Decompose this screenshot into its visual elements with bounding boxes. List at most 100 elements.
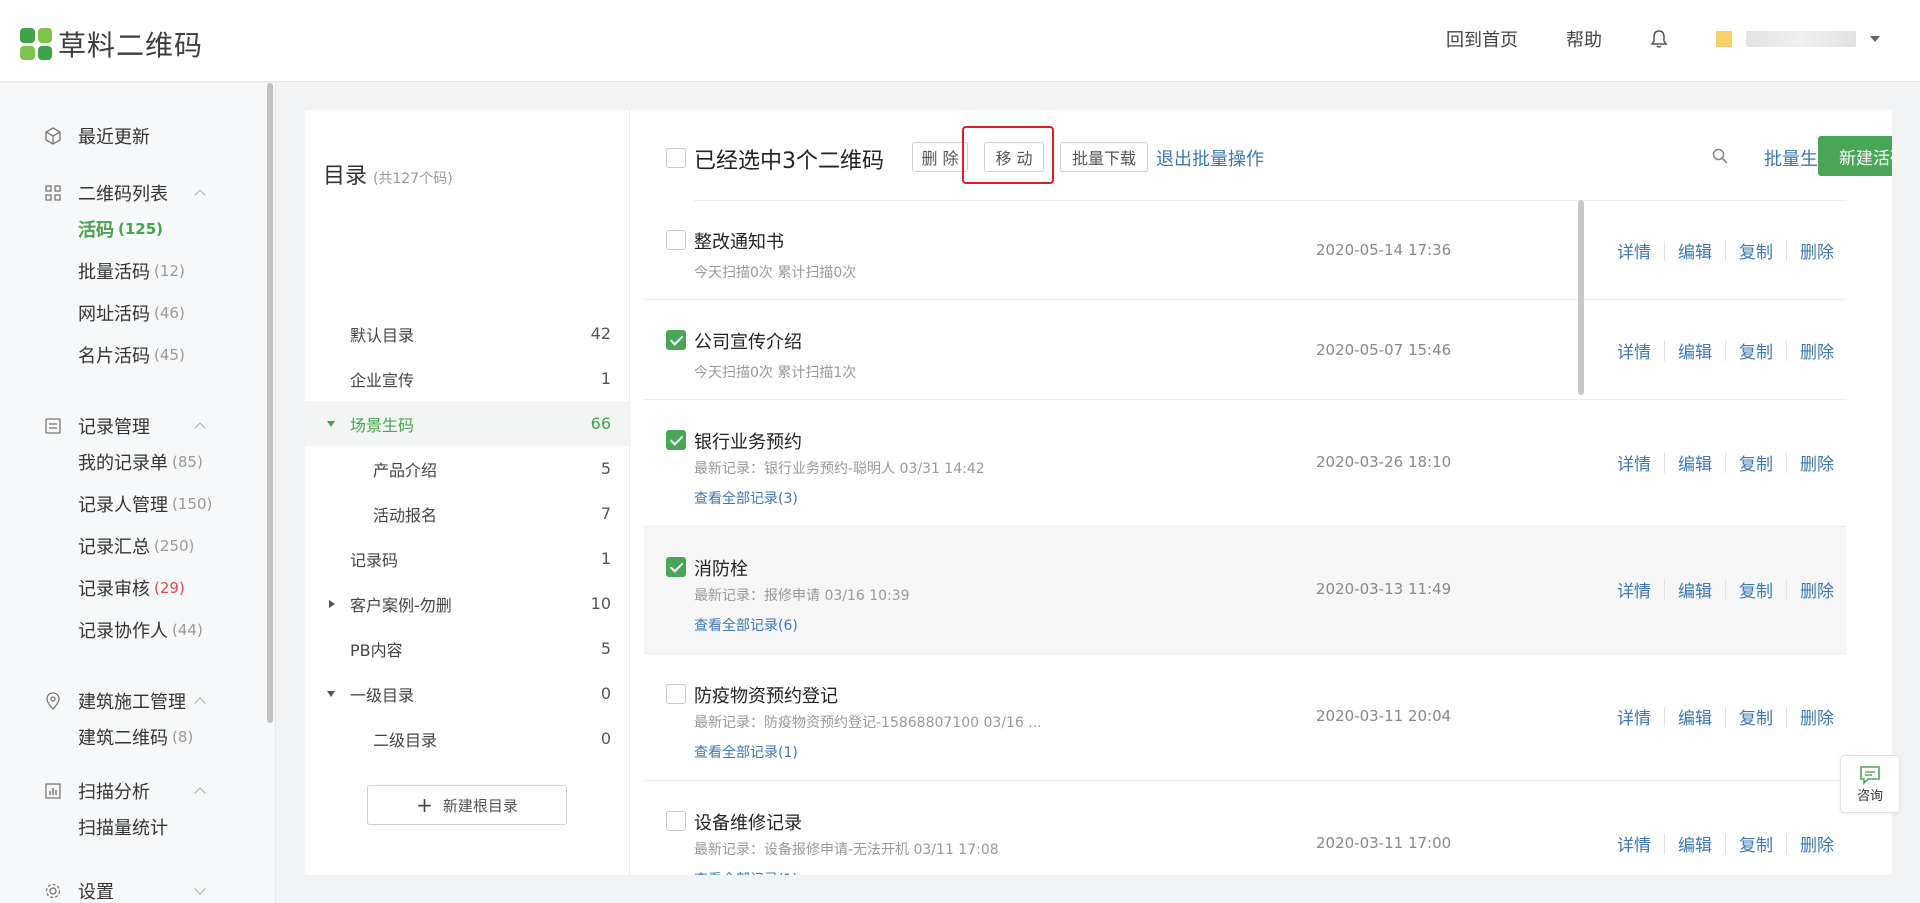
code-row[interactable]: 防疫物资预约登记 最新记录：防疫物资预约登记-15868807100 03/16 … [644, 654, 1846, 781]
sidebar-section-label: 二维码列表 [78, 184, 168, 205]
main-scrollbar[interactable] [1575, 110, 1585, 875]
copy-link[interactable]: 复制 [1739, 577, 1773, 602]
copy-link[interactable]: 复制 [1739, 450, 1773, 475]
sidebar-item-live-code[interactable]: 活码 (125) [0, 208, 260, 250]
row-checkbox[interactable] [666, 684, 686, 704]
triangle-down-icon[interactable] [327, 420, 335, 427]
sidebar-section-settings[interactable]: 设置 [0, 876, 260, 903]
logo-text: 草料二维码 [58, 29, 204, 62]
code-row[interactable]: 公司宣传介绍 今天扫描0次 累计扫描1次 2020-05-07 15:46 详情 编辑 复… [644, 300, 1846, 400]
user-menu[interactable] [1716, 31, 1880, 47]
sidebar-item-building-code[interactable]: 建筑二维码 (8) [0, 716, 260, 758]
code-row[interactable]: 消防栓 最新记录：报修申请 03/16 10:39 查看全部记录(6) 2020-03… [644, 527, 1846, 654]
view-all-records-link[interactable]: 查看全部记录(3) [694, 488, 798, 508]
sidebar-section-header[interactable]: 建筑施工管理 [0, 686, 260, 716]
row-checkbox[interactable] [666, 230, 686, 250]
sidebar-item-url-code[interactable]: 网址活码 (46) [0, 292, 260, 334]
sidebar-section-header[interactable]: 二维码列表 [0, 178, 260, 208]
home-link[interactable]: 回到首页 [1446, 26, 1518, 52]
edit-link[interactable]: 编辑 [1678, 450, 1712, 475]
delete-link[interactable]: 删除 [1800, 831, 1834, 856]
view-all-records-link[interactable]: 查看全部记录(1) [694, 869, 798, 875]
batch-download-button[interactable]: 批量下载 [1060, 142, 1148, 172]
logo[interactable]: 草料二维码 [20, 24, 203, 64]
sidebar-item-record-summary[interactable]: 记录汇总 (250) [0, 525, 260, 567]
copy-link[interactable]: 复制 [1739, 831, 1773, 856]
chevron-down-icon [194, 883, 206, 895]
directory-item[interactable]: 记录码 1 [305, 536, 629, 581]
directory-item[interactable]: 默认目录 42 [305, 311, 629, 356]
sidebar-scrollbar[interactable] [265, 83, 275, 723]
delete-link[interactable]: 删除 [1800, 338, 1834, 363]
directory-subitem[interactable]: 活动报名 7 [305, 491, 629, 536]
directory-item[interactable]: 一级目录 0 [305, 671, 629, 716]
select-all-checkbox[interactable] [666, 148, 686, 168]
view-all-records-link[interactable]: 查看全部记录(1) [694, 742, 798, 762]
avatar [1716, 31, 1732, 47]
code-title[interactable]: 银行业务预约 [694, 428, 802, 454]
detail-link[interactable]: 详情 [1617, 338, 1651, 363]
directory-subitem[interactable]: 二级目录 0 [305, 716, 629, 761]
code-row[interactable]: 设备维修记录最新记录：设备报修申请-无法开机 03/11 17:08 查看全部记录… [644, 781, 1846, 875]
edit-link[interactable]: 编辑 [1678, 238, 1712, 263]
copy-link[interactable]: 复制 [1739, 338, 1773, 363]
triangle-down-icon[interactable] [327, 690, 335, 697]
sidebar-item-record-collaborators[interactable]: 记录协作人 (44) [0, 609, 260, 651]
sidebar-item-my-forms[interactable]: 我的记录单 (85) [0, 441, 260, 483]
help-link[interactable]: 帮助 [1566, 26, 1602, 52]
code-title[interactable]: 消防栓 [694, 555, 748, 581]
delete-link[interactable]: 删除 [1800, 704, 1834, 729]
edit-link[interactable]: 编辑 [1678, 831, 1712, 856]
code-row[interactable]: 整改通知书 今天扫描0次 累计扫描0次 2020-05-14 17:36 详情 编辑 复制… [644, 200, 1846, 300]
delete-link[interactable]: 删除 [1800, 577, 1834, 602]
delete-link[interactable]: 删除 [1800, 238, 1834, 263]
detail-link[interactable]: 详情 [1617, 704, 1651, 729]
scrollbar-thumb[interactable] [1578, 200, 1584, 395]
sidebar-section-header[interactable]: 记录管理 [0, 411, 260, 441]
sidebar-item-batch-code[interactable]: 批量活码 (12) [0, 250, 260, 292]
copy-link[interactable]: 复制 [1739, 704, 1773, 729]
edit-link[interactable]: 编辑 [1678, 577, 1712, 602]
delete-button[interactable]: 删 除 [912, 142, 968, 172]
search-icon[interactable] [1712, 148, 1728, 164]
sidebar-item-recorder-manage[interactable]: 记录人管理 (150) [0, 483, 260, 525]
directory-subitem[interactable]: 产品介绍 5 [305, 446, 629, 491]
consult-button[interactable]: 咨询 [1840, 755, 1900, 813]
directory-item[interactable]: PB内容 5 [305, 626, 629, 671]
sidebar-item-card-code[interactable]: 名片活码 (45) [0, 334, 260, 376]
new-code-button[interactable]: 新建活码 [1818, 136, 1892, 176]
sidebar-section-header[interactable]: 扫描分析 [0, 776, 260, 806]
directory-item[interactable]: 企业宣传 1 [305, 356, 629, 401]
copy-link[interactable]: 复制 [1739, 238, 1773, 263]
detail-link[interactable]: 详情 [1617, 238, 1651, 263]
detail-link[interactable]: 详情 [1617, 450, 1651, 475]
user-name-blurred [1746, 31, 1856, 47]
row-checkbox[interactable] [666, 811, 686, 831]
sidebar-item-record-review[interactable]: 记录审核 (29) [0, 567, 260, 609]
delete-link[interactable]: 删除 [1800, 450, 1834, 475]
grid-icon [45, 185, 61, 201]
triangle-right-icon[interactable] [329, 599, 335, 608]
edit-link[interactable]: 编辑 [1678, 338, 1712, 363]
view-all-records-link[interactable]: 查看全部记录(6) [694, 615, 798, 635]
sidebar-section-construction: 建筑施工管理 建筑二维码 (8) [0, 686, 260, 758]
bell-icon[interactable] [1650, 29, 1668, 49]
row-checkbox[interactable] [666, 330, 686, 350]
code-title[interactable]: 防疫物资预约登记 [694, 682, 838, 708]
directory-item[interactable]: 客户案例-勿删 10 [305, 581, 629, 626]
detail-link[interactable]: 详情 [1617, 831, 1651, 856]
code-list-panel: 已经选中3个二维码 删 除 移 动 批量下载 退出批量操作 批量生码 新建活码 … [630, 110, 1892, 875]
code-title[interactable]: 整改通知书 [694, 228, 784, 254]
sidebar-item-scan-stats[interactable]: 扫描量统计 [0, 806, 260, 848]
sidebar-section-recent[interactable]: 最近更新 [0, 121, 260, 151]
new-root-directory-button[interactable]: + 新建根目录 [367, 785, 567, 825]
code-title[interactable]: 设备维修记录 [694, 809, 802, 835]
exit-batch-link[interactable]: 退出批量操作 [1156, 145, 1264, 171]
directory-item-active[interactable]: 场景生码 66 [305, 401, 629, 446]
edit-link[interactable]: 编辑 [1678, 704, 1712, 729]
row-checkbox[interactable] [666, 430, 686, 450]
code-title[interactable]: 公司宣传介绍 [694, 328, 802, 354]
detail-link[interactable]: 详情 [1617, 577, 1651, 602]
row-checkbox[interactable] [666, 557, 686, 577]
code-row[interactable]: 银行业务预约 最新记录：银行业务预约-聪明人 03/31 14:42 查看全部记录(… [644, 400, 1846, 527]
